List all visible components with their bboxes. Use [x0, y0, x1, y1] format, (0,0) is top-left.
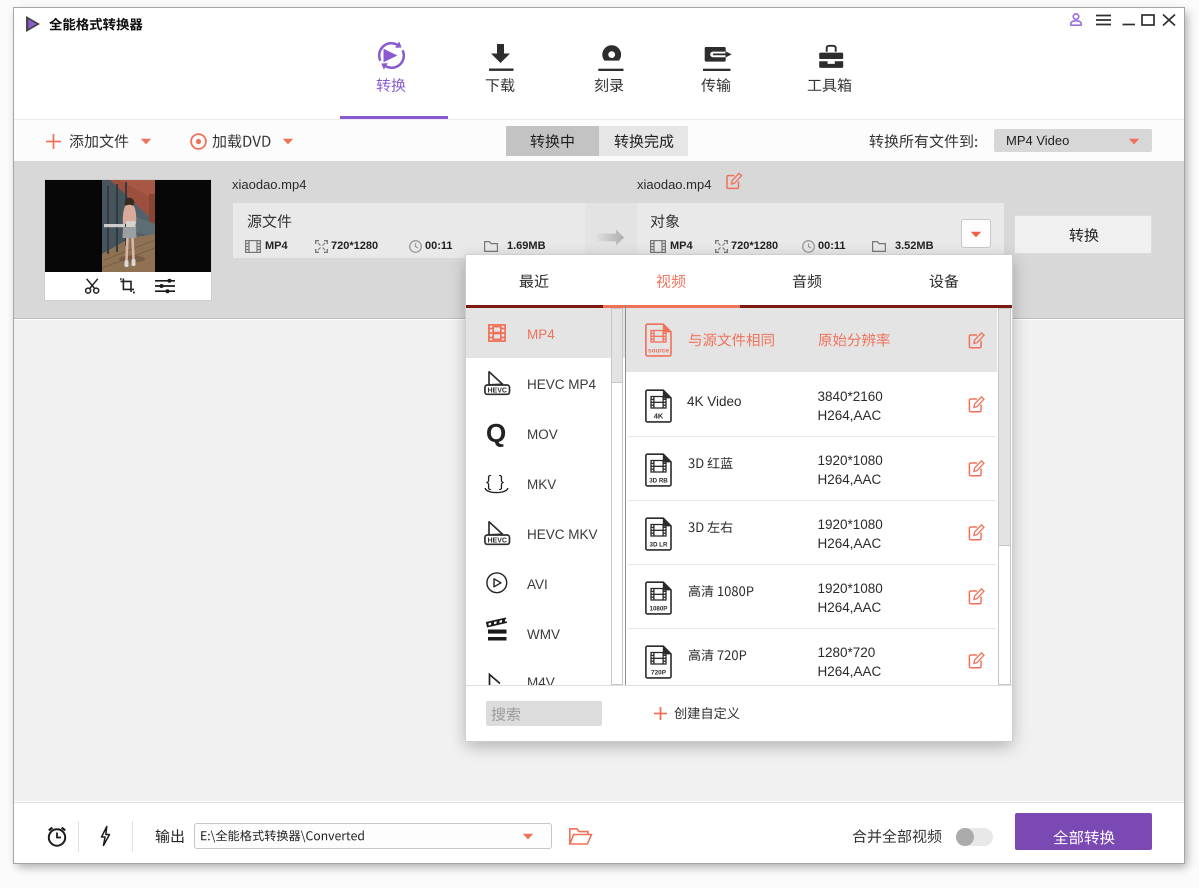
svg-text:720P: 720P: [651, 670, 667, 677]
svg-text:}: }: [499, 474, 505, 491]
svg-text:3D LR: 3D LR: [650, 542, 668, 549]
svg-text:HEVC: HEVC: [487, 538, 506, 545]
svg-text:1080P: 1080P: [650, 606, 668, 613]
svg-text:Q: Q: [486, 418, 506, 448]
svg-text:HEVC: HEVC: [487, 388, 506, 395]
svg-text:source: source: [648, 348, 669, 355]
svg-text:3D RB: 3D RB: [649, 478, 668, 485]
svg-text:{: {: [486, 474, 492, 491]
svg-text:4K: 4K: [654, 412, 664, 421]
